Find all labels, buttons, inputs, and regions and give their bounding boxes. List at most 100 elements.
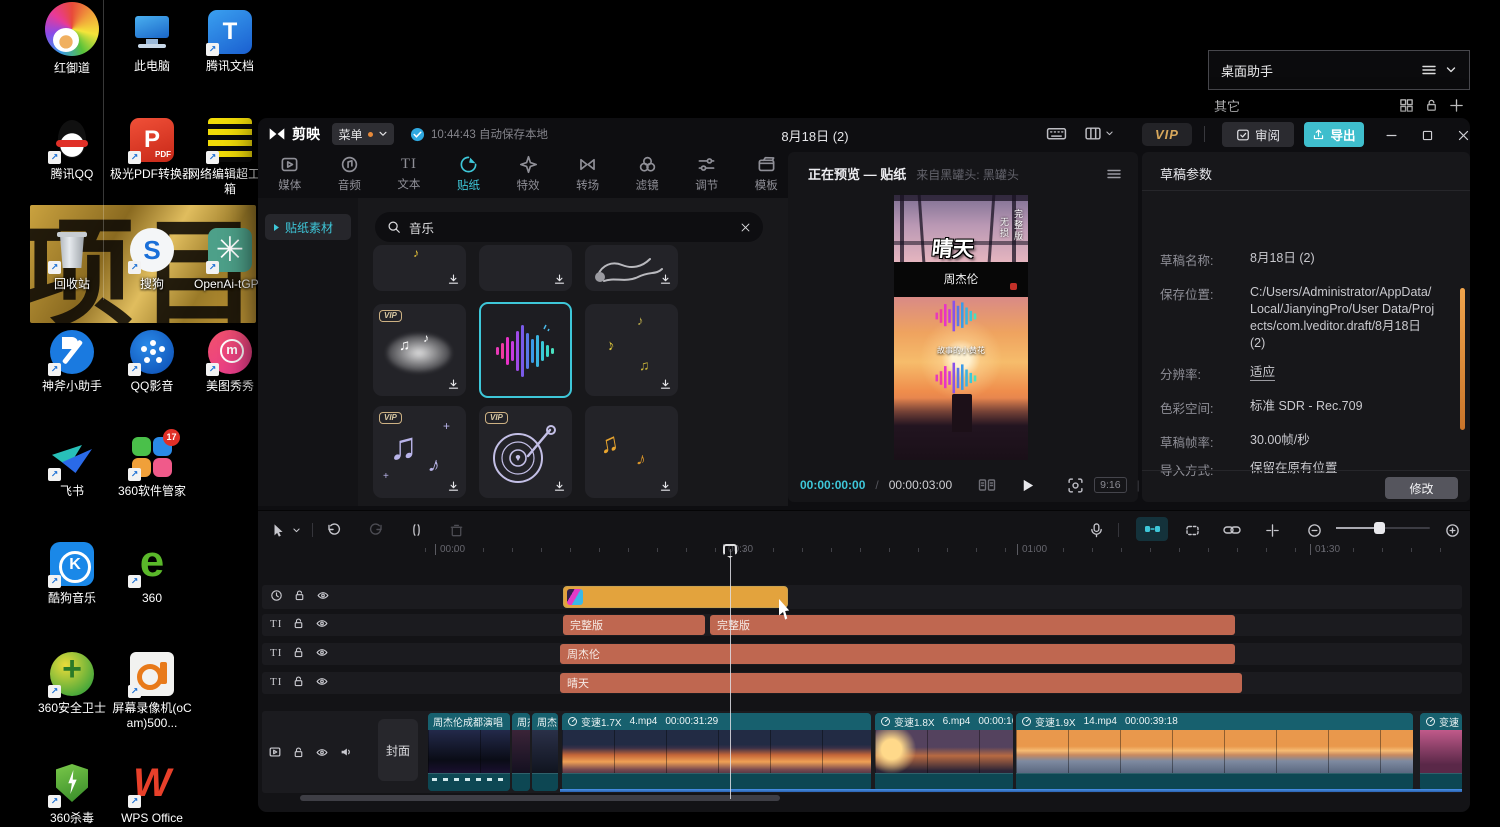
desktop-icon-tencent-docs[interactable]: T↗ 腾讯文档 [188,10,272,74]
desktop-icon-hongyudao[interactable]: 红御道 [30,2,114,76]
layout-switch-icon[interactable] [1084,125,1114,142]
desktop-icon-360-safe[interactable]: ↗ 360安全卫士 [30,652,114,716]
text-clip[interactable]: 晴天 [560,673,1242,693]
download-icon[interactable] [659,480,672,493]
desktop-icon-360-antivirus[interactable]: ↗ 360杀毒 [30,762,114,826]
lock-icon[interactable] [292,617,305,630]
desktop-icon-recycle-bin[interactable]: ↗ 回收站 [30,228,114,292]
tab-effects[interactable]: 特效 [498,150,558,198]
lock-icon[interactable] [292,646,305,659]
clear-search-icon[interactable] [740,222,751,233]
desktop-icon-this-pc[interactable]: 此电脑 [110,10,194,74]
sticker-clip[interactable] [563,586,788,608]
tab-adjust[interactable]: 调节 [677,150,737,198]
timeline-horizontal-scrollbar[interactable] [300,795,780,801]
cover-button[interactable]: 封面 [378,719,418,781]
desktop-icon-360-browser[interactable]: e↗ 360 [110,542,194,606]
download-icon[interactable] [659,273,672,286]
video-clip[interactable]: 变速 [1420,713,1462,791]
video-preview[interactable]: 晴天 完整版 无损 周杰伦 故事的小黄花 [894,195,1028,460]
playhead-handle[interactable] [723,544,737,558]
review-button[interactable]: 审阅 [1222,122,1294,147]
auto-snap-icon[interactable] [1180,519,1204,541]
preview-axis-icon[interactable] [1260,519,1284,541]
shortcut-keys-icon[interactable] [1046,125,1067,142]
modify-button[interactable]: 修改 [1385,477,1458,499]
sticker-tile[interactable]: VIP ♫ ♪ + + [373,406,466,498]
tab-text[interactable]: TI 文本 [379,150,439,198]
text-clip[interactable]: 完整版 [563,615,705,635]
text-clip[interactable]: 周杰伦 [560,644,1235,664]
export-button[interactable]: 导出 [1304,122,1364,147]
tab-media[interactable]: 媒体 [260,150,320,198]
eye-icon[interactable] [315,646,329,659]
download-icon[interactable] [447,480,460,493]
download-icon[interactable] [659,378,672,391]
lock-icon[interactable] [293,589,306,602]
select-tool[interactable] [266,519,290,541]
eye-icon[interactable] [315,675,329,688]
eye-icon[interactable] [315,617,329,630]
focus-icon[interactable] [1067,477,1084,494]
menu-button[interactable]: 菜单 [332,123,394,145]
sticker-tile[interactable]: VIP [479,406,572,498]
eye-icon[interactable] [316,589,330,602]
sticker-tile[interactable]: ♫ ♪ [585,406,678,498]
download-icon[interactable] [553,273,566,286]
select-tool-chevron[interactable] [288,519,304,541]
aspect-ratio-button[interactable]: 9:16 [1094,477,1126,493]
lock-icon[interactable] [292,675,305,688]
video-clip[interactable]: 周杰 [532,713,558,791]
sticker-search-box[interactable]: 音乐 [375,212,763,242]
text-clip[interactable]: 完整版 [710,615,1235,635]
sticker-tile[interactable] [479,245,572,291]
tab-transition[interactable]: 转场 [558,150,618,198]
sticker-tile[interactable] [585,245,678,291]
tab-filter[interactable]: 滤镜 [617,150,677,198]
desktop-icon-shenfu[interactable]: ↗ 神斧小助手 [30,330,114,394]
minimize-button[interactable] [1378,124,1404,146]
video-clip[interactable]: 变速1.9X 14.mp4 00:00:39:18 [1016,713,1413,791]
lock-icon[interactable] [1424,98,1439,113]
split-clip-button[interactable] [404,519,428,541]
desktop-icon-360-manager[interactable]: 17 ↗ 360软件管家 [110,435,194,499]
download-icon[interactable] [447,273,460,286]
sticker-tile[interactable]: ♪ [373,245,466,291]
split-screen-icon[interactable] [978,477,996,493]
tab-audio[interactable]: 音频 [320,150,380,198]
timeline-zoom-in-icon[interactable] [1440,519,1464,541]
vip-badge[interactable]: VIP [1142,123,1192,146]
record-voiceover-icon[interactable] [1084,519,1108,541]
video-clip[interactable]: 周杰 [512,713,530,791]
desktop-icon-feishu[interactable]: ↗ 飞书 [30,435,114,499]
desktop-icon-ocam[interactable]: ↗ 屏幕录像机(oCam)500... [110,652,194,731]
timeline-ruler[interactable] [425,548,1465,552]
resolution-value[interactable]: 适应 [1250,365,1275,381]
sticker-tile-selected[interactable] [479,302,572,398]
mute-icon[interactable] [339,745,353,759]
undo-button[interactable] [322,519,346,541]
timeline-zoom-slider[interactable] [1336,527,1430,529]
desktop-icon-qq-player[interactable]: ↗ QQ影音 [110,330,194,394]
delete-clip-button[interactable] [444,519,468,541]
video-clip[interactable]: 变速1.8X 6.mp4 00:00:16: [875,713,1013,791]
main-track-magnet-active[interactable] [1136,517,1168,541]
linkage-icon[interactable] [1220,519,1244,541]
preview-menu-icon[interactable] [1106,166,1122,182]
audio-track-line[interactable] [560,789,1462,792]
hamburger-icon[interactable] [1421,62,1437,78]
add-icon[interactable] [1449,98,1464,113]
search-input[interactable]: 音乐 [409,218,732,237]
sidebar-item-sticker-material[interactable]: 贴纸素材 [265,214,351,240]
timeline-zoom-out-icon[interactable] [1302,519,1326,541]
chevron-down-icon[interactable] [1445,64,1457,76]
desktop-icon-wps[interactable]: W↗ WPS Office [110,762,194,826]
desktop-icon-kugou[interactable]: ↗ 酷狗音乐 [30,542,114,606]
maximize-button[interactable] [1414,124,1440,146]
play-button[interactable] [1020,478,1035,493]
desktop-icon-qq[interactable]: ↗ 腾讯QQ [30,118,114,182]
video-clip[interactable]: 周杰伦成都演唱 [428,713,510,791]
video-clip[interactable]: 变速1.7X 4.mp4 00:00:31:29 [562,713,871,791]
download-icon[interactable] [553,480,566,493]
download-icon[interactable] [447,378,460,391]
